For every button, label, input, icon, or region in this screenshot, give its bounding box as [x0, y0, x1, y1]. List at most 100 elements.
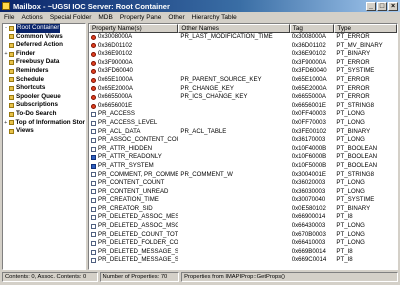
menu-hierarchy-table[interactable]: Hierarchy Table: [192, 14, 237, 21]
property-icon: [91, 172, 96, 178]
cell-other-names: [178, 162, 289, 171]
tree-item[interactable]: Reminders: [3, 67, 85, 76]
cell-type: PT_I8: [336, 247, 353, 255]
table-row[interactable]: PR_ASSOC_CONTENT_COUNT 0x36170003 PT_LONG: [89, 136, 397, 145]
menu-mdb[interactable]: MDB: [98, 14, 112, 21]
status-contents: Contents: 0, Assoc. Contents: 0: [2, 272, 98, 282]
menu-bar: File Actions Special Folder MDB Property…: [0, 12, 400, 22]
table-row[interactable]: 0x3F90000A 0x3F90000A PT_ERROR: [89, 59, 397, 68]
maximize-button[interactable]: □: [377, 1, 387, 11]
cell-tag: 0x3FE00102: [291, 127, 327, 135]
minimize-button[interactable]: _: [366, 1, 376, 11]
cell-property-name: PR_CONTENT_UNREAD: [89, 188, 178, 197]
tree-item-label: Top of Information Stor: [15, 118, 86, 126]
table-row[interactable]: PR_DELETED_ASSOC_MSG_COUNT 0x66430003 PT_L…: [89, 222, 397, 231]
menu-other[interactable]: Other: [168, 14, 184, 21]
tree-item[interactable]: Deferred Action: [3, 41, 85, 50]
menu-file[interactable]: File: [4, 14, 14, 21]
table-row[interactable]: PR_ACCESS 0x0FF40003 PT_LONG: [89, 110, 397, 119]
tree-item[interactable]: Spooler Queue: [3, 93, 85, 102]
property-list[interactable]: Property Name(s) Other Names Tag Type 0x…: [88, 23, 398, 270]
cell-other-names: [178, 153, 289, 162]
table-row[interactable]: 0x6655000A PR_ICS_CHANGE_KEY 0x6655000A PT_…: [89, 93, 397, 102]
tree-item[interactable]: Shortcuts: [3, 84, 85, 93]
table-row[interactable]: PR_CREATOR_SID 0x0E580102 PT_BINARY: [89, 205, 397, 214]
property-icon: [91, 180, 96, 186]
cell-other-names: PR_PARENT_SOURCE_KEY: [180, 75, 262, 83]
cell-tag: 0x66430003: [291, 222, 326, 230]
cell-type: PT_BOOLEAN: [336, 161, 378, 169]
cell-type: PT_STRING8: [336, 170, 374, 178]
tree-item-label: Finder: [16, 49, 36, 57]
cell-type: PT_BOOLEAN: [336, 144, 378, 152]
menu-special-folder[interactable]: Special Folder: [50, 14, 92, 21]
table-row[interactable]: PR_CONTENT_UNREAD 0x36030003 PT_LONG: [89, 188, 397, 197]
folder-tree[interactable]: - Root Container Common Views Deferred Acti…: [2, 23, 86, 270]
cell-type: PT_BOOLEAN: [336, 153, 378, 161]
table-row[interactable]: 0x36D01102 0x36D01102 PT_MV_BINARY: [89, 42, 397, 51]
property-icon: [91, 137, 96, 143]
close-button[interactable]: ×: [388, 1, 398, 11]
boolean-property-icon: [91, 155, 96, 161]
table-row[interactable]: PR_ATTR_READONLY 0x10F6000B PT_BOOLEAN: [89, 153, 397, 162]
folder-icon: [9, 103, 14, 109]
tree-item[interactable]: Views: [3, 127, 85, 136]
menu-property-pane[interactable]: Property Pane: [120, 14, 162, 21]
cell-other-names: [178, 231, 289, 240]
tree-item-label: Views: [16, 127, 34, 135]
property-name-text: 0x36E90102: [98, 50, 133, 58]
cell-tag: 0x3F90000A: [291, 58, 327, 66]
table-row[interactable]: PR_DELETED_FOLDER_COUNT 0x66410003 PT_LONG: [89, 239, 397, 248]
table-row[interactable]: 0x6656001E 0x6656001E PT_STRING8: [89, 102, 397, 111]
table-row[interactable]: PR_COMMENT, PR_COMMENT_APR_COMMENT_W 0x30…: [89, 171, 397, 180]
tree-item-label: Shortcuts: [16, 84, 46, 92]
table-row[interactable]: PR_DELETED_COUNT_TOTAL 0x670B0003 PT_LONG: [89, 231, 397, 240]
table-row[interactable]: PR_ACL_DATA PR_ACL_TABLE 0x3FE00102 PT_BINA…: [89, 128, 397, 137]
table-row[interactable]: PR_CREATION_TIME 0x30070040 PT_SYSTIME: [89, 196, 397, 205]
tree-item[interactable]: To-Do Search: [3, 110, 85, 119]
cell-tag: 0x36E90102: [291, 50, 326, 58]
table-row[interactable]: 0x65E1000A PR_PARENT_SOURCE_KEY 0x65E1000A…: [89, 76, 397, 85]
table-row[interactable]: PR_DELETED_MESSAGE_SIZE_... 0x669C0014 PT_…: [89, 256, 397, 265]
cell-property-name: 0x36E90102: [89, 50, 178, 59]
column-header-tag[interactable]: Tag: [289, 24, 335, 33]
property-name-text: PR_CONTENT_UNREAD: [98, 187, 169, 195]
tree-item[interactable]: Common Views: [3, 33, 85, 42]
column-header-row: Property Name(s) Other Names Tag Type: [89, 24, 397, 33]
title-bar[interactable]: Mailbox - ~UGSI IOC Server: Root Contain…: [0, 0, 400, 12]
cell-property-name: 0x36D01102: [89, 42, 178, 51]
table-row[interactable]: PR_ATTR_SYSTEM 0x10F5000B PT_BOOLEAN: [89, 162, 397, 171]
table-row[interactable]: PR_DELETED_MESSAGE_SIZE 0x669B0014 PT_I8: [89, 248, 397, 257]
table-row[interactable]: PR_CONTENT_COUNT 0x36020003 PT_LONG: [89, 179, 397, 188]
cell-tag: 0x36170003: [291, 136, 326, 144]
cell-property-name: 0x65E1000A: [89, 76, 178, 85]
table-row[interactable]: 0x3008000A PR_LAST_MODIFICATION_TIME 0x300…: [89, 33, 397, 42]
cell-type: PT_STRING8: [336, 101, 374, 109]
cell-other-names: PR_ICS_CHANGE_KEY: [180, 93, 248, 101]
property-icon: [91, 223, 96, 229]
menu-actions[interactable]: Actions: [21, 14, 42, 21]
tree-item[interactable]: Freebusy Data: [3, 58, 85, 67]
cell-other-names: [178, 213, 289, 222]
cell-property-name: PR_CREATION_TIME: [89, 196, 178, 205]
boolean-property-icon: [91, 163, 96, 169]
cell-other-names: [178, 248, 289, 257]
column-header-property-name[interactable]: Property Name(s): [89, 24, 179, 33]
error-property-icon: [91, 34, 96, 40]
table-row[interactable]: PR_ATTR_HIDDEN 0x10F4000B PT_BOOLEAN: [89, 145, 397, 154]
table-row[interactable]: 0x36E90102 0x36E90102 PT_BINARY: [89, 50, 397, 59]
table-row[interactable]: 0x3FD60040 0x3FD60040 PT_SYSTIME: [89, 67, 397, 76]
tree-item[interactable]: Subscriptions: [3, 101, 85, 110]
cell-property-name: PR_ACCESS_LEVEL: [89, 119, 178, 128]
column-header-type[interactable]: Type: [334, 24, 397, 33]
column-header-other-names[interactable]: Other Names: [178, 24, 290, 33]
tree-item[interactable]: Schedule: [3, 76, 85, 85]
folder-icon: [9, 94, 14, 100]
cell-type: PT_ERROR: [336, 93, 370, 101]
tree-item[interactable]: - Root Container: [3, 24, 85, 33]
table-row[interactable]: PR_DELETED_ASSOC_MESSAGE_... 0x66900014 PT…: [89, 213, 397, 222]
table-row[interactable]: PR_ACCESS_LEVEL 0x0FF70003 PT_LONG: [89, 119, 397, 128]
table-row[interactable]: 0x65E2000A PR_CHANGE_KEY 0x65E2000A PT_ERRO…: [89, 85, 397, 94]
tree-item[interactable]: + Finder: [3, 50, 85, 59]
tree-item[interactable]: + Top of Information Stor: [3, 119, 85, 128]
